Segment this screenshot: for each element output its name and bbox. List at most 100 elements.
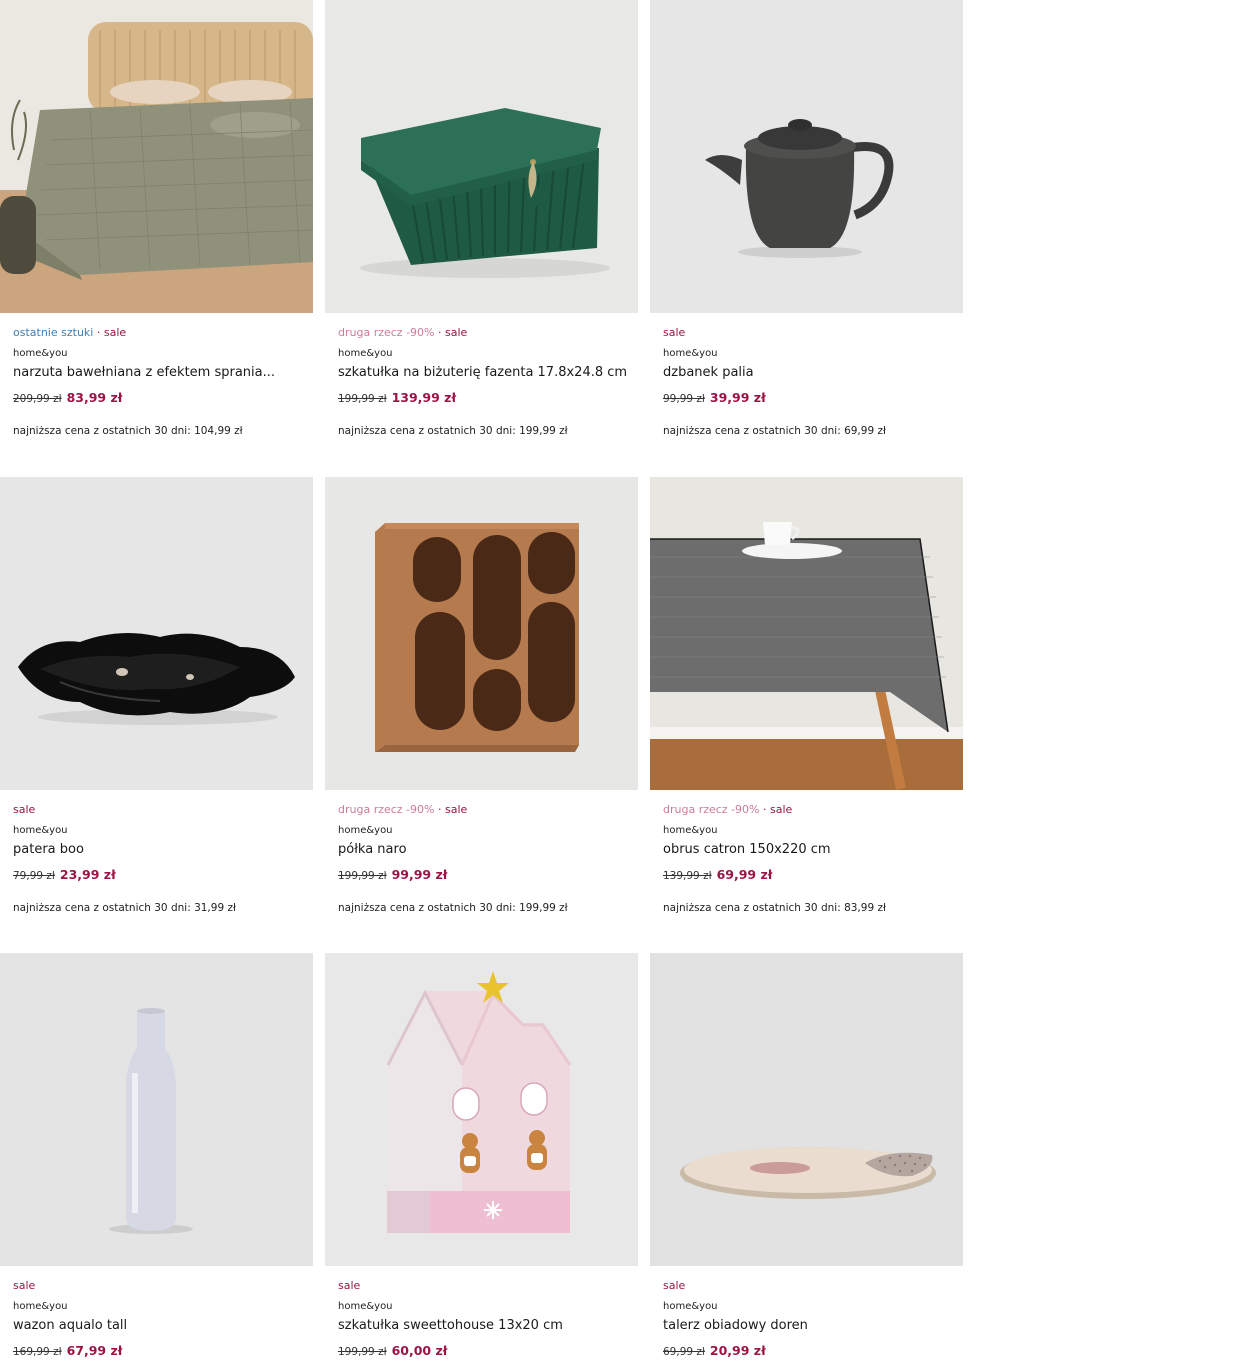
product-name[interactable]: talerz obiadowy doren bbox=[663, 1317, 958, 1334]
product-prices: 199,99 zł 60,00 zł bbox=[338, 1342, 638, 1361]
platter-image bbox=[0, 477, 313, 790]
dinner-plate-image bbox=[650, 953, 963, 1266]
old-price: 209,99 zł bbox=[13, 393, 62, 405]
product-name[interactable]: wazon aqualo tall bbox=[13, 1317, 308, 1334]
sale-price: 83,99 zł bbox=[66, 390, 123, 405]
product-tags: sale bbox=[663, 1279, 963, 1293]
old-price: 199,99 zł bbox=[338, 1346, 387, 1358]
product-name[interactable]: półka naro bbox=[338, 841, 633, 858]
product-brand: home&you bbox=[663, 348, 718, 359]
old-price: 199,99 zł bbox=[338, 870, 387, 882]
product-prices: 139,99 zł 69,99 zł bbox=[663, 866, 963, 885]
product-card[interactable]: ostatnie sztuki · sale home&you narzuta … bbox=[0, 0, 313, 438]
product-prices: 209,99 zł 83,99 zł bbox=[13, 389, 313, 408]
old-price: 69,99 zł bbox=[663, 1346, 705, 1358]
product-tags: druga rzecz -90% · sale bbox=[338, 803, 468, 816]
product-prices: 199,99 zł 139,99 zł bbox=[338, 389, 638, 408]
product-brand: home&you bbox=[338, 825, 393, 836]
old-price: 79,99 zł bbox=[13, 870, 55, 882]
sale-tag: sale bbox=[103, 326, 127, 339]
sale-price: 67,99 zł bbox=[66, 1343, 123, 1358]
sale-price: 69,99 zł bbox=[716, 867, 773, 882]
lowest-price-note: najniższa cena z ostatnich 30 dni: 83,99… bbox=[663, 902, 886, 914]
lowest-price-note: najniższa cena z ostatnich 30 dni: 69,99… bbox=[663, 425, 886, 437]
product-image[interactable] bbox=[0, 953, 313, 1266]
tablecloth-image bbox=[650, 477, 963, 790]
promo-tag: druga rzecz -90% bbox=[338, 326, 435, 339]
product-image[interactable] bbox=[650, 953, 963, 1266]
sale-tag: sale bbox=[13, 1279, 36, 1292]
product-card[interactable]: druga rzecz -90% · sale home&you obrus c… bbox=[650, 477, 963, 915]
sale-price: 39,99 zł bbox=[709, 390, 766, 405]
sale-tag: sale bbox=[663, 1279, 686, 1292]
product-image[interactable] bbox=[650, 0, 963, 313]
jewelry-box-image bbox=[325, 0, 638, 313]
lowest-price-note: najniższa cena z ostatnich 30 dni: 199,9… bbox=[338, 425, 568, 437]
product-tags: sale bbox=[13, 1279, 313, 1293]
old-price: 169,99 zł bbox=[13, 1346, 62, 1358]
old-price: 99,99 zł bbox=[663, 393, 705, 405]
sale-price: 139,99 zł bbox=[391, 390, 457, 405]
product-name[interactable]: obrus catron 150x220 cm bbox=[663, 841, 958, 858]
product-image[interactable] bbox=[0, 477, 313, 790]
product-name[interactable]: patera boo bbox=[13, 841, 308, 858]
product-tags: ostatnie sztuki · sale bbox=[13, 326, 127, 339]
product-card[interactable]: sale home&you dzbanek palia 99,99 zł 39,9… bbox=[650, 0, 963, 438]
product-image[interactable] bbox=[325, 477, 638, 790]
product-prices: 199,99 zł 99,99 zł bbox=[338, 866, 638, 885]
product-card[interactable]: druga rzecz -90% · sale home&you szkatuł… bbox=[325, 0, 638, 438]
sale-tag: sale bbox=[338, 1279, 361, 1292]
sale-price: 60,00 zł bbox=[391, 1343, 448, 1358]
product-tags: sale bbox=[663, 326, 963, 340]
product-card[interactable]: sale home&you wazon aqualo tall 169,99 z… bbox=[0, 953, 313, 1361]
product-image[interactable] bbox=[325, 0, 638, 313]
product-brand: home&you bbox=[338, 1301, 393, 1312]
product-prices: 169,99 zł 67,99 zł bbox=[13, 1342, 313, 1361]
product-name[interactable]: szkatułka na biżuterię fazenta 17.8x24.8… bbox=[338, 364, 633, 381]
product-brand: home&you bbox=[13, 1301, 68, 1312]
product-prices: 69,99 zł 20,99 zł bbox=[663, 1342, 963, 1361]
product-card[interactable]: druga rzecz -90% · sale home&you półka n… bbox=[325, 477, 638, 915]
promo-tag: druga rzecz -90% bbox=[338, 803, 435, 816]
lowest-price-note: najniższa cena z ostatnich 30 dni: 104,9… bbox=[13, 425, 243, 437]
product-image[interactable] bbox=[0, 0, 313, 313]
product-card[interactable]: sale home&you patera boo 79,99 zł 23,99 z… bbox=[0, 477, 313, 915]
product-name[interactable]: dzbanek palia bbox=[663, 364, 958, 381]
product-prices: 79,99 zł 23,99 zł bbox=[13, 866, 313, 885]
promo-tag: druga rzecz -90% bbox=[663, 803, 760, 816]
lowest-price-note: najniższa cena z ostatnich 30 dni: 31,99… bbox=[13, 902, 236, 914]
last-items-tag: ostatnie sztuki bbox=[13, 326, 94, 339]
sale-tag: sale bbox=[445, 803, 468, 816]
product-brand: home&you bbox=[663, 825, 718, 836]
sale-tag: sale bbox=[663, 326, 686, 339]
product-card[interactable]: sale home&you talerz obiadowy doren 69,9… bbox=[650, 953, 963, 1361]
product-tags: druga rzecz -90% · sale bbox=[338, 326, 468, 339]
product-tags: sale bbox=[338, 1279, 638, 1293]
sale-price: 20,99 zł bbox=[709, 1343, 766, 1358]
product-brand: home&you bbox=[13, 825, 68, 836]
shelf-image bbox=[325, 477, 638, 790]
bedspread-image bbox=[0, 0, 313, 313]
old-price: 199,99 zł bbox=[338, 393, 387, 405]
product-prices: 99,99 zł 39,99 zł bbox=[663, 389, 963, 408]
sale-tag: sale bbox=[13, 803, 36, 816]
product-card[interactable]: sale home&you szkatułka sweettohouse 13x… bbox=[325, 953, 638, 1361]
product-tags: sale bbox=[13, 803, 313, 817]
sale-tag: sale bbox=[445, 326, 468, 339]
product-tags: druga rzecz -90% · sale bbox=[663, 803, 793, 816]
lowest-price-note: najniższa cena z ostatnich 30 dni: 199,9… bbox=[338, 902, 568, 914]
old-price: 139,99 zł bbox=[663, 870, 712, 882]
product-name[interactable]: szkatułka sweettohouse 13x20 cm bbox=[338, 1317, 633, 1334]
product-grid: ostatnie sztuki · sale home&you narzuta … bbox=[0, 0, 1250, 1358]
sale-price: 23,99 zł bbox=[59, 867, 116, 882]
product-brand: home&you bbox=[13, 348, 68, 359]
product-name[interactable]: narzuta bawełniana z efektem sprania... bbox=[13, 364, 308, 381]
product-image[interactable] bbox=[325, 953, 638, 1266]
vase-image bbox=[0, 953, 313, 1266]
teapot-image bbox=[650, 0, 963, 313]
product-brand: home&you bbox=[663, 1301, 718, 1312]
product-image[interactable] bbox=[650, 477, 963, 790]
gingerbread-house-box-image bbox=[325, 953, 638, 1266]
sale-tag: sale bbox=[770, 803, 793, 816]
sale-price: 99,99 zł bbox=[391, 867, 448, 882]
